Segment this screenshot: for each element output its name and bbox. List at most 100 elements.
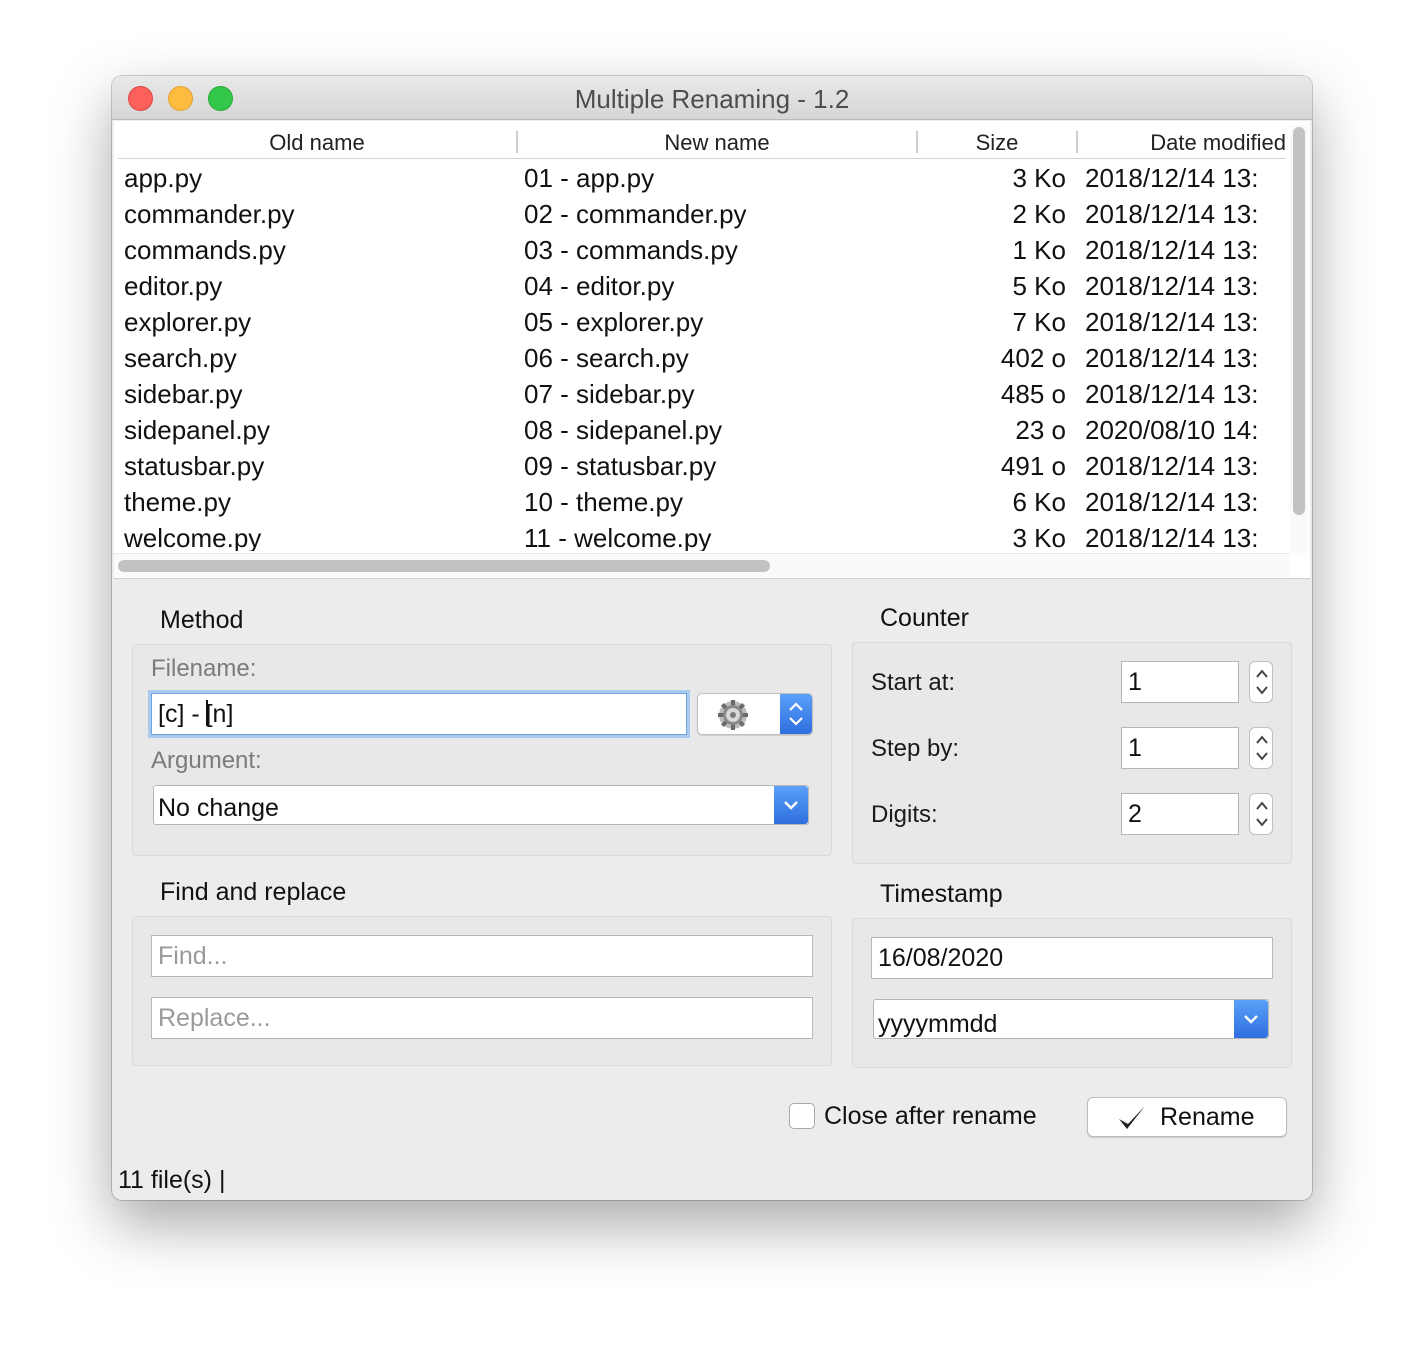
table-row[interactable]: commands.py 03 - commands.py 1 Ko 2018/1…	[114, 231, 1284, 267]
table-row[interactable]: editor.py 04 - editor.py 5 Ko 2018/12/14…	[114, 267, 1284, 303]
new-name-cell: 05 - explorer.py	[524, 307, 704, 337]
date-cell: 2018/12/14 13:	[1085, 379, 1259, 409]
size-cell: 485 o	[1000, 379, 1066, 409]
start-at-stepper[interactable]	[1249, 661, 1273, 703]
new-name-cell: 03 - commands.py	[524, 235, 738, 265]
digits-stepper[interactable]	[1249, 793, 1273, 835]
checkmark-icon	[1116, 1103, 1148, 1140]
rename-button-label: Rename	[1160, 1103, 1255, 1131]
rename-button[interactable]: Rename	[1087, 1097, 1287, 1137]
file-table[interactable]: Old name New name Size Date modified app…	[114, 121, 1310, 579]
timestamp-format-selected-value: yyyymmdd	[878, 1010, 998, 1038]
column-header-old-name[interactable]: Old name	[118, 125, 516, 159]
filename-tokens-popup-button[interactable]	[697, 693, 813, 735]
old-name-cell: theme.py	[124, 487, 231, 517]
table-row[interactable]: welcome.py 11 - welcome.py 3 Ko 2018/12/…	[114, 519, 1284, 551]
timestamp-date-field[interactable]: 16/08/2020	[871, 937, 1273, 979]
date-cell: 2020/08/10 14:	[1085, 415, 1259, 445]
date-cell: 2018/12/14 13:	[1085, 451, 1259, 481]
close-after-rename-checkbox[interactable]	[789, 1103, 815, 1129]
size-cell: 5 Ko	[1012, 271, 1067, 301]
old-name-cell: commands.py	[124, 235, 286, 265]
size-cell: 3 Ko	[1012, 523, 1067, 551]
argument-dropdown[interactable]: No change	[153, 785, 809, 825]
old-name-cell: commander.py	[124, 199, 295, 229]
vertical-scrollbar-thumb[interactable]	[1293, 127, 1305, 515]
stepper-arrows-icon	[780, 694, 812, 734]
timestamp-group: 16/08/2020 yyyymmdd	[852, 918, 1292, 1068]
table-row[interactable]: sidepanel.py 08 - sidepanel.py 23 o 2020…	[114, 411, 1284, 447]
new-name-cell: 11 - welcome.py	[524, 523, 712, 551]
column-header-new-name[interactable]: New name	[518, 125, 916, 159]
table-row[interactable]: sidebar.py 07 - sidebar.py 485 o 2018/12…	[114, 375, 1284, 411]
digits-field[interactable]: 2	[1121, 793, 1239, 835]
app-window: Multiple Renaming - 1.2 Old name New nam…	[112, 76, 1312, 1200]
new-name-cell: 10 - theme.py	[524, 487, 683, 517]
find-replace-group-title: Find and replace	[160, 878, 347, 906]
method-group: Filename: [c] - [n] Argument: No change	[132, 644, 832, 856]
step-by-field[interactable]: 1	[1121, 727, 1239, 769]
table-body: app.py 01 - app.py 3 Ko 2018/12/14 13: c…	[114, 159, 1284, 551]
argument-label: Argument:	[151, 747, 262, 774]
horizontal-scrollbar[interactable]	[114, 553, 1290, 577]
new-name-cell: 04 - editor.py	[524, 271, 675, 301]
vertical-scrollbar[interactable]	[1290, 125, 1308, 553]
timestamp-group-title: Timestamp	[880, 880, 1003, 908]
table-row[interactable]: explorer.py 05 - explorer.py 7 Ko 2018/1…	[114, 303, 1284, 339]
filename-text-before-caret: [c] -	[158, 700, 207, 728]
method-group-title: Method	[160, 606, 244, 634]
counter-group-title: Counter	[880, 604, 969, 632]
old-name-cell: sidepanel.py	[124, 415, 270, 445]
step-by-label: Step by:	[871, 735, 960, 762]
stepper-arrows-icon	[1256, 735, 1268, 761]
old-name-cell: search.py	[124, 343, 237, 373]
table-row[interactable]: app.py 01 - app.py 3 Ko 2018/12/14 13:	[114, 159, 1284, 195]
size-cell: 402 o	[1000, 343, 1066, 373]
table-row[interactable]: theme.py 10 - theme.py 6 Ko 2018/12/14 1…	[114, 483, 1284, 519]
new-name-cell: 06 - search.py	[524, 343, 689, 373]
new-name-cell: 01 - app.py	[524, 163, 655, 193]
date-cell: 2018/12/14 13:	[1085, 523, 1259, 551]
new-name-cell: 07 - sidebar.py	[524, 379, 695, 409]
table-row[interactable]: commander.py 02 - commander.py 2 Ko 2018…	[114, 195, 1284, 231]
filename-field[interactable]: [c] - [n]	[151, 693, 687, 735]
date-cell: 2018/12/14 13:	[1085, 487, 1259, 517]
old-name-cell: statusbar.py	[124, 451, 265, 481]
date-cell: 2018/12/14 13:	[1085, 163, 1259, 193]
date-cell: 2018/12/14 13:	[1085, 307, 1259, 337]
step-by-stepper[interactable]	[1249, 727, 1273, 769]
column-header-date-modified[interactable]: Date modified	[1078, 125, 1286, 159]
find-input[interactable]: Find...	[151, 935, 813, 977]
status-bar-text: 11 file(s) |	[118, 1166, 226, 1194]
size-cell: 6 Ko	[1012, 487, 1067, 517]
size-cell: 23 o	[1015, 415, 1066, 445]
old-name-cell: editor.py	[124, 271, 223, 301]
size-cell: 2 Ko	[1012, 199, 1067, 229]
chevron-down-icon	[774, 786, 808, 824]
digits-label: Digits:	[871, 801, 938, 828]
new-name-cell: 08 - sidepanel.py	[524, 415, 723, 445]
window-title: Multiple Renaming - 1.2	[574, 84, 850, 114]
start-at-field[interactable]: 1	[1121, 661, 1239, 703]
title-bar[interactable]: Multiple Renaming - 1.2	[112, 76, 1312, 120]
size-cell: 7 Ko	[1012, 307, 1067, 337]
table-row[interactable]: statusbar.py 09 - statusbar.py 491 o 201…	[114, 447, 1284, 483]
date-cell: 2018/12/14 13:	[1085, 235, 1259, 265]
old-name-cell: app.py	[124, 163, 203, 193]
horizontal-scrollbar-thumb[interactable]	[118, 560, 770, 572]
date-cell: 2018/12/14 13:	[1085, 343, 1259, 373]
timestamp-format-dropdown[interactable]: yyyymmdd	[873, 999, 1269, 1039]
old-name-cell: explorer.py	[124, 307, 252, 337]
close-after-rename-label[interactable]: Close after rename	[824, 1102, 1037, 1131]
column-header-size[interactable]: Size	[918, 125, 1076, 159]
date-cell: 2018/12/14 13:	[1085, 271, 1259, 301]
filename-label: Filename:	[151, 655, 257, 682]
date-cell: 2018/12/14 13:	[1085, 199, 1259, 229]
counter-group: Start at: 1 Step by: 1 Digits: 2	[852, 642, 1292, 864]
argument-selected-value: No change	[158, 794, 279, 822]
table-header: Old name New name Size Date modified	[118, 125, 1286, 159]
size-cell: 1 Ko	[1012, 235, 1067, 265]
replace-input[interactable]: Replace...	[151, 997, 813, 1039]
table-row[interactable]: search.py 06 - search.py 402 o 2018/12/1…	[114, 339, 1284, 375]
old-name-cell: sidebar.py	[124, 379, 243, 409]
